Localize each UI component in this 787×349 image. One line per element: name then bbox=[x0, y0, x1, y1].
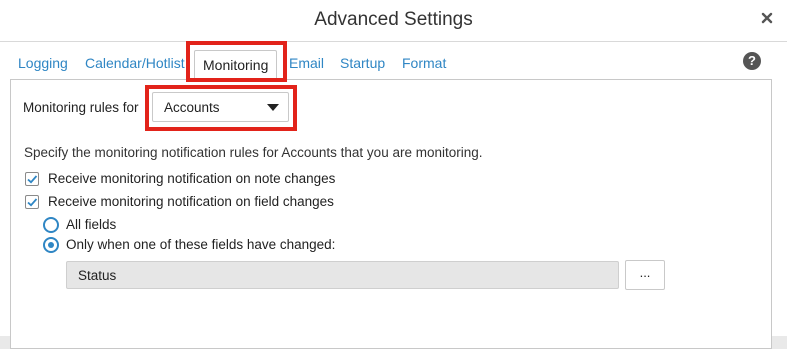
tab-monitoring[interactable]: Monitoring bbox=[194, 50, 278, 80]
radio-only-changed-label: Only when one of these fields have chang… bbox=[66, 237, 336, 252]
field-changes-checkbox[interactable] bbox=[25, 195, 39, 209]
radio-only-changed-fields[interactable] bbox=[43, 237, 59, 253]
close-icon[interactable] bbox=[761, 12, 773, 24]
monitored-fields-input[interactable]: Status bbox=[66, 261, 619, 289]
title-bar: Advanced Settings bbox=[0, 0, 787, 42]
monitoring-panel bbox=[10, 79, 772, 349]
description-text: Specify the monitoring notification rule… bbox=[24, 145, 483, 160]
browse-fields-button[interactable]: ... bbox=[625, 260, 665, 290]
monitoring-rules-select[interactable]: Accounts bbox=[152, 92, 289, 122]
checkmark-icon bbox=[27, 175, 38, 184]
monitored-fields-value: Status bbox=[78, 268, 117, 283]
chevron-down-icon bbox=[267, 104, 279, 111]
checkmark-icon bbox=[27, 198, 38, 207]
radio-all-fields[interactable] bbox=[43, 217, 59, 233]
radio-all-fields-label: All fields bbox=[66, 217, 117, 232]
selected-value: Accounts bbox=[164, 100, 220, 115]
dialog-title: Advanced Settings bbox=[314, 9, 473, 30]
tab-format[interactable]: Format bbox=[402, 55, 446, 71]
help-icon[interactable]: ? bbox=[743, 52, 761, 70]
monitoring-rules-label: Monitoring rules for bbox=[23, 100, 139, 115]
note-changes-checkbox[interactable] bbox=[25, 172, 39, 186]
tab-startup[interactable]: Startup bbox=[340, 55, 385, 71]
advanced-settings-dialog: Advanced Settings Logging Calendar/Hotli… bbox=[0, 0, 787, 349]
tab-logging[interactable]: Logging bbox=[18, 55, 68, 71]
tab-bar: Logging Calendar/Hotlist Monitoring Emai… bbox=[0, 42, 787, 80]
note-changes-label: Receive monitoring notification on note … bbox=[48, 171, 336, 186]
tab-calendar-hotlist[interactable]: Calendar/Hotlist bbox=[85, 55, 185, 71]
tab-email[interactable]: Email bbox=[289, 55, 324, 71]
field-changes-label: Receive monitoring notification on field… bbox=[48, 194, 334, 209]
